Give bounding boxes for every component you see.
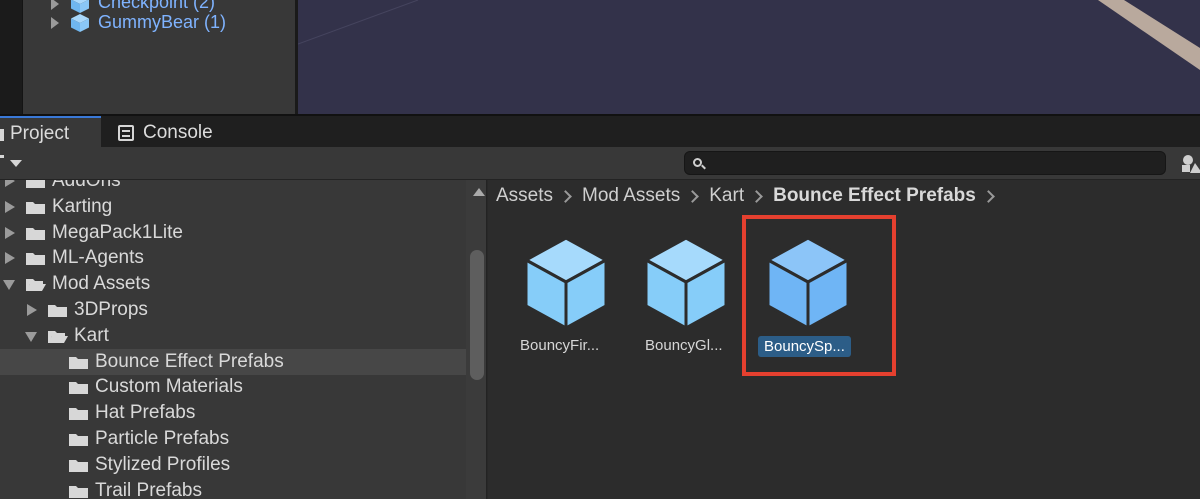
tree-item-stylized-profiles[interactable]: Stylized Profiles <box>0 452 466 478</box>
search-icon <box>693 158 702 167</box>
tree-item-custom-materials[interactable]: Custom Materials <box>0 374 466 400</box>
folder-tab-icon <box>0 129 4 141</box>
folder-icon <box>26 227 45 240</box>
scroll-up-arrow-icon[interactable] <box>473 188 485 196</box>
folder-icon <box>69 356 88 369</box>
breadcrumb-item-assets[interactable]: Assets <box>496 185 553 207</box>
tree-item-megapack1lite[interactable]: MegaPack1Lite <box>0 220 466 246</box>
expand-arrow-icon[interactable] <box>51 0 59 10</box>
chevron-right-icon: › <box>281 0 287 5</box>
breadcrumb-item-mod-assets[interactable]: Mod Assets <box>582 185 680 207</box>
top-region: Checkpoint (2) › GummyBear (1) <box>0 0 1200 114</box>
asset-browser[interactable]: Assets Mod Assets Kart Bounce Effect Pre… <box>488 180 1200 499</box>
tree-item-3dprops[interactable]: 3DProps <box>0 297 466 323</box>
folder-icon <box>26 253 45 266</box>
folder-open-icon <box>48 330 68 343</box>
folder-icon <box>69 485 88 498</box>
tree-item-label: Stylized Profiles <box>95 453 231 475</box>
chevron-right-icon <box>686 189 700 203</box>
prefab-cube-icon <box>71 14 89 32</box>
collapsed-arrow-icon[interactable] <box>5 180 15 187</box>
tree-item-label: Karting <box>52 195 113 217</box>
highlight-annotation <box>742 215 896 376</box>
search-box[interactable] <box>684 151 1166 175</box>
tab-label: Console <box>143 121 213 143</box>
tree-item-bounce-effect-prefabs[interactable]: Bounce Effect Prefabs <box>0 348 466 375</box>
hierarchy-panel[interactable]: Checkpoint (2) › GummyBear (1) <box>23 0 295 114</box>
folder-open-icon <box>26 279 46 292</box>
chevron-right-icon <box>559 189 572 203</box>
folder-icon <box>69 434 88 446</box>
create-dropdown-button[interactable] <box>10 160 22 167</box>
console-icon <box>118 124 134 141</box>
project-folder-tree[interactable]: AddOns Karting MegaPack1Lite ML-Agents Mod A… <box>0 180 487 499</box>
expanded-arrow-icon[interactable] <box>3 280 15 291</box>
tree-item-particle-prefabs[interactable]: Particle Prefabs <box>0 426 466 452</box>
project-toolbar <box>0 147 1200 180</box>
chevron-right-icon[interactable] <box>981 189 995 203</box>
tree-item-addons[interactable]: AddOns <box>0 180 466 194</box>
tree-item-label: Particle Prefabs <box>95 428 230 449</box>
filter-by-type-icon[interactable] <box>1180 154 1200 174</box>
scene-view[interactable] <box>298 0 1200 114</box>
tab-bar: Project Console <box>0 114 1200 149</box>
hierarchy-item-label: GummyBear (1) <box>98 12 227 32</box>
tree-item-label: Hat Prefabs <box>95 402 196 424</box>
tree-item-label: Trail Prefabs <box>95 479 202 499</box>
collapsed-arrow-icon[interactable] <box>5 226 15 239</box>
folder-icon <box>48 305 67 317</box>
breadcrumb-item-bounce-effect-prefabs[interactable]: Bounce Effect Prefabs <box>773 185 976 207</box>
prefab-cube-icon <box>644 236 728 330</box>
collapsed-arrow-icon[interactable] <box>27 304 37 316</box>
folder-icon <box>69 382 88 395</box>
tab-console[interactable]: Console <box>112 116 232 149</box>
hierarchy-side-strip <box>0 0 23 114</box>
breadcrumb-item-kart[interactable]: Kart <box>709 185 744 207</box>
hierarchy-item-gummybear[interactable]: GummyBear (1) <box>23 11 295 35</box>
tree-item-label: Bounce Effect Prefabs <box>95 350 284 372</box>
tree-item-karting[interactable]: Karting <box>0 194 466 220</box>
folder-icon <box>26 180 45 188</box>
tree-item-kart[interactable]: Kart <box>0 323 466 349</box>
asset-label: BouncyGl... <box>645 337 723 354</box>
tree-item-label: 3DProps <box>74 299 148 320</box>
tab-label: Project <box>10 122 70 144</box>
asset-item-bouncyfire[interactable]: BouncyFir... <box>506 232 616 362</box>
collapsed-arrow-icon[interactable] <box>5 252 15 265</box>
tree-item-hat-prefabs[interactable]: Hat Prefabs <box>0 400 466 426</box>
chevron-right-icon <box>750 189 763 203</box>
tree-item-ml-agents[interactable]: ML-Agents <box>0 245 466 271</box>
asset-item-bouncyglow[interactable]: BouncyGl... <box>628 232 738 362</box>
scene-geometry <box>298 0 1200 70</box>
tree-item-label: AddOns <box>52 180 121 191</box>
expanded-arrow-icon[interactable] <box>25 331 37 342</box>
asset-label: BouncyFir... <box>520 337 600 354</box>
tree-item-label: MegaPack1Lite <box>52 221 183 243</box>
folder-icon <box>69 408 88 421</box>
tree-scrollbar-thumb[interactable] <box>470 250 484 380</box>
search-input[interactable] <box>707 152 1157 174</box>
tree-item-label: Kart <box>74 324 109 346</box>
folder-icon <box>69 459 88 472</box>
expand-arrow-icon[interactable] <box>51 17 59 29</box>
add-icon[interactable] <box>0 155 4 158</box>
prefab-cube-icon <box>524 236 608 330</box>
collapsed-arrow-icon[interactable] <box>5 200 15 213</box>
breadcrumb: Assets Mod Assets Kart Bounce Effect Pre… <box>488 180 1200 212</box>
tree-item-label: ML-Agents <box>52 247 144 269</box>
tab-project[interactable]: Project <box>0 116 101 149</box>
tree-item-label: Mod Assets <box>52 273 151 295</box>
tree-item-label: Custom Materials <box>95 376 243 398</box>
tree-item-mod-assets[interactable]: Mod Assets <box>0 271 466 297</box>
folder-icon <box>26 201 45 214</box>
tree-item-trail-prefabs[interactable]: Trail Prefabs <box>0 478 466 499</box>
